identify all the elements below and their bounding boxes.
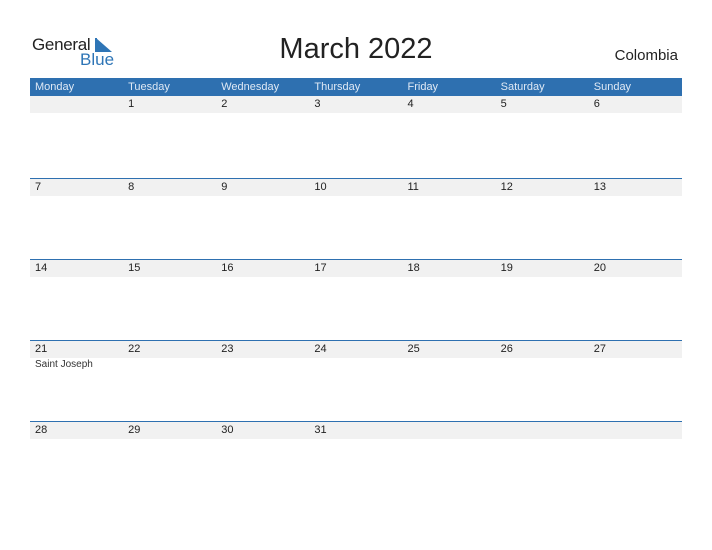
day-number: 24 <box>314 343 327 355</box>
day-number: 9 <box>221 181 228 193</box>
day-event <box>589 358 682 371</box>
week-row: 7 8 9 10 11 12 13 <box>30 178 682 259</box>
day-number-row: 28 29 30 31 <box>30 422 682 439</box>
day-number <box>589 422 682 439</box>
day-number: 31 <box>314 424 327 436</box>
day-number: 1 <box>128 98 135 110</box>
day-number-row: 1 2 3 4 5 6 <box>30 96 682 113</box>
day-number: 23 <box>221 343 234 355</box>
day-number: 15 <box>128 262 141 274</box>
day-number: 22 <box>128 343 141 355</box>
event-row: Saint Joseph <box>30 358 682 371</box>
weekday-wednesday: Wednesday <box>221 81 280 93</box>
week-row: 28 29 30 31 <box>30 421 682 502</box>
day-number-row: 14 15 16 17 18 19 20 <box>30 260 682 277</box>
day-number <box>403 422 496 439</box>
day-event <box>403 358 496 371</box>
weekday-thursday: Thursday <box>314 81 361 93</box>
day-number-row: 7 8 9 10 11 12 13 <box>30 179 682 196</box>
day-number: 2 <box>221 98 228 110</box>
day-number: 10 <box>314 181 327 193</box>
day-number <box>30 96 123 113</box>
day-number: 13 <box>593 181 606 193</box>
day-event <box>309 358 402 371</box>
day-number-row: 21 22 23 24 25 26 27 <box>30 341 682 358</box>
weekday-saturday: Saturday <box>500 81 545 93</box>
day-number: 4 <box>407 98 414 110</box>
day-number: 29 <box>128 424 141 436</box>
day-number <box>496 422 589 439</box>
weekday-friday: Friday <box>407 81 439 93</box>
day-number: 14 <box>35 262 48 274</box>
day-event <box>496 358 589 371</box>
day-number: 19 <box>500 262 513 274</box>
calendar-title: March 2022 <box>279 33 433 65</box>
day-number: 8 <box>128 181 135 193</box>
day-number: 18 <box>407 262 420 274</box>
week-row: 14 15 16 17 18 19 20 <box>30 259 682 340</box>
day-number: 25 <box>407 343 420 355</box>
day-number: 21 <box>35 343 48 355</box>
day-number: 20 <box>593 262 606 274</box>
day-number: 28 <box>35 424 48 436</box>
day-event: Saint Joseph <box>35 359 93 370</box>
day-event <box>123 358 216 371</box>
day-number: 3 <box>314 98 321 110</box>
day-number: 12 <box>500 181 513 193</box>
day-number: 30 <box>221 424 234 436</box>
day-number: 11 <box>407 181 419 193</box>
week-row: 21 22 23 24 25 26 27 Saint Joseph <box>30 340 682 421</box>
weekday-monday: Monday <box>35 81 75 93</box>
day-number: 6 <box>593 98 600 110</box>
day-number: 27 <box>593 343 606 355</box>
day-number: 26 <box>500 343 513 355</box>
day-number: 5 <box>500 98 507 110</box>
calendar-grid: Monday Tuesday Wednesday Thursday Friday… <box>30 78 682 502</box>
weekday-sunday: Sunday <box>593 81 632 93</box>
day-number: 7 <box>35 181 42 193</box>
weekday-tuesday: Tuesday <box>128 81 170 93</box>
weekday-header: Monday Tuesday Wednesday Thursday Friday… <box>30 78 682 96</box>
week-row: 1 2 3 4 5 6 <box>30 96 682 178</box>
day-event <box>216 358 309 371</box>
day-number: 17 <box>314 262 327 274</box>
day-number: 16 <box>221 262 234 274</box>
country-label: Colombia <box>614 47 678 64</box>
